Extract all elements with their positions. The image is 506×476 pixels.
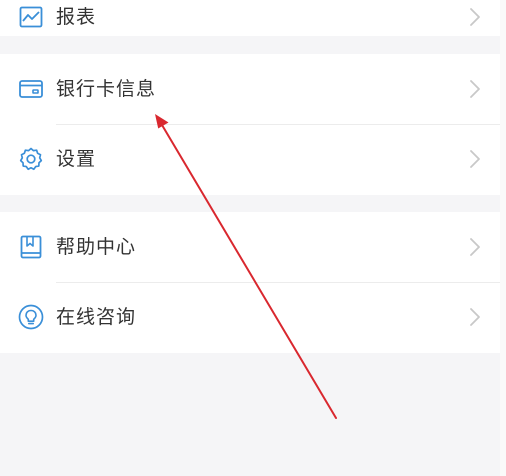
chart-icon: [18, 4, 44, 30]
menu-item-label: 在线咨询: [56, 305, 137, 328]
settings-screen: 报表 银行卡信息 设置 帮助中心 在线咨询: [0, 0, 500, 476]
chevron-right-icon: [470, 238, 480, 256]
chevron-right-icon: [470, 150, 480, 168]
screen-edge: [500, 0, 506, 476]
menu-group-support: 帮助中心 在线咨询: [0, 212, 500, 353]
menu-group-account: 银行卡信息 设置: [0, 54, 500, 195]
chevron-right-icon: [470, 8, 480, 26]
chevron-right-icon: [470, 308, 480, 326]
menu-item-label: 设置: [56, 147, 97, 170]
gear-icon: [18, 146, 44, 172]
menu-item-online-consult[interactable]: 在线咨询: [0, 282, 500, 352]
chevron-right-icon: [470, 80, 480, 98]
menu-item-label: 报表: [56, 5, 97, 28]
menu-item-label: 银行卡信息: [56, 77, 157, 100]
menu-item-bank-card[interactable]: 银行卡信息: [0, 54, 500, 124]
menu-item-label: 帮助中心: [56, 235, 137, 258]
book-icon: [18, 234, 44, 260]
card-icon: [18, 76, 44, 102]
menu-item-settings[interactable]: 设置: [0, 124, 500, 194]
menu-item-report[interactable]: 报表: [0, 0, 500, 52]
menu-group-top: 报表: [0, 0, 500, 36]
bulb-icon: [18, 304, 44, 330]
menu-item-help-center[interactable]: 帮助中心: [0, 212, 500, 282]
